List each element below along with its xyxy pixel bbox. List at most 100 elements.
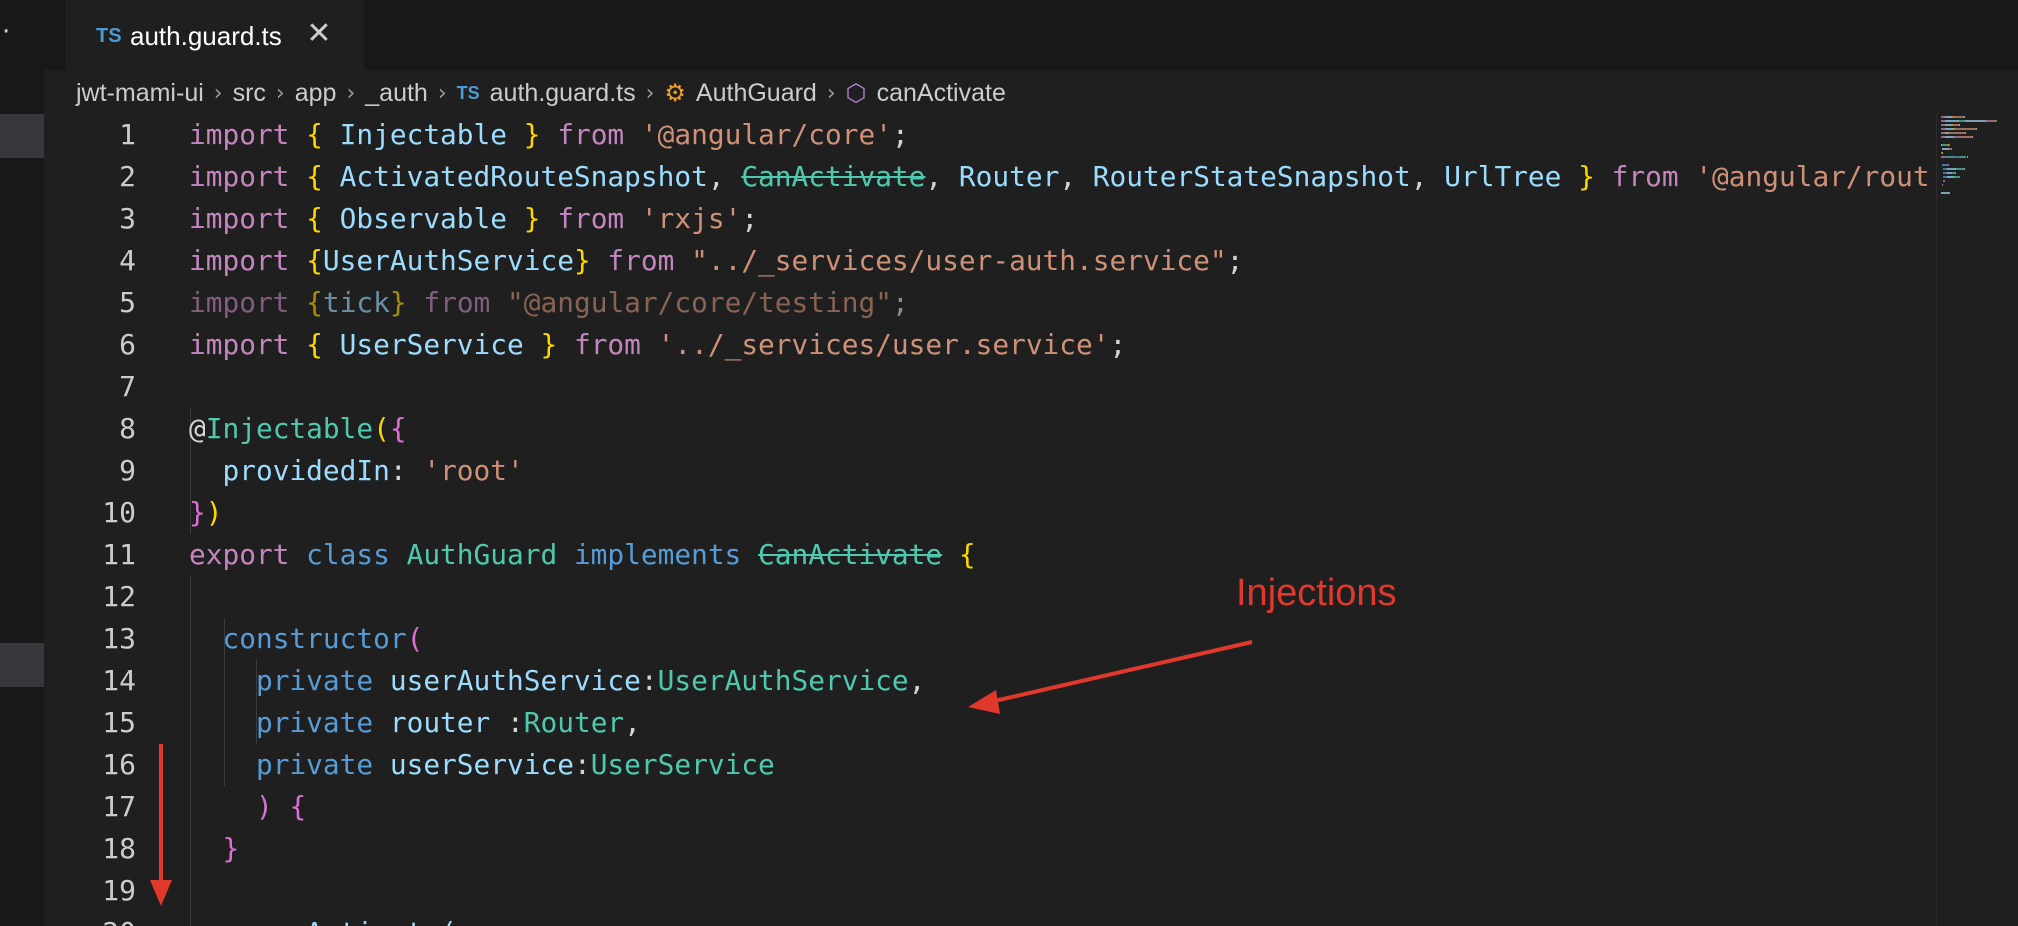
- code-token: }: [523, 202, 558, 235]
- code-token: from: [557, 202, 641, 235]
- code-token: UserAuthService: [657, 664, 909, 697]
- code-line[interactable]: 14 private userAuthService:UserAuthServi…: [44, 660, 1936, 702]
- code-token: {: [389, 412, 407, 445]
- minimap-mark: [1946, 128, 1954, 130]
- code-line[interactable]: 8 @Injectable({: [44, 408, 1936, 450]
- code-line[interactable]: 6 import { UserService } from '../_servic…: [44, 324, 1936, 366]
- code-token: {: [289, 790, 307, 823]
- line-number: 19: [102, 874, 136, 907]
- line-number: 7: [119, 370, 136, 403]
- code-line[interactable]: 3 import { Observable } from 'rxjs';: [44, 198, 1936, 240]
- close-icon[interactable]: ✕: [304, 19, 334, 49]
- code-line[interactable]: 7: [44, 366, 1936, 408]
- code-line[interactable]: 5 import {tick} from "@angular/core/testi…: [44, 282, 1936, 324]
- code-line[interactable]: 18 }: [44, 828, 1936, 870]
- code-editor[interactable]: 1 import { Injectable } from '@angular/co…: [44, 114, 1936, 926]
- code-line[interactable]: 17 ) {: [44, 786, 1936, 828]
- code-token: {: [306, 118, 340, 151]
- minimap-mark: [1964, 168, 1965, 170]
- code-token: {: [958, 538, 976, 571]
- chevron-right-icon: ›: [437, 80, 447, 106]
- code-token: ;: [1109, 328, 1127, 361]
- sidebar-highlight[interactable]: [0, 114, 44, 158]
- code-token: ,: [1410, 160, 1445, 193]
- method-symbol-icon: ⬡: [845, 79, 867, 107]
- code-line[interactable]: 20 canActivate(: [44, 912, 1936, 926]
- code-line[interactable]: 12: [44, 576, 1936, 618]
- minimap-mark: [1946, 136, 1953, 138]
- class-symbol-icon: ⚙: [664, 79, 686, 107]
- code-token: ,: [908, 664, 926, 697]
- code-token: private: [255, 748, 390, 781]
- code-token: }: [189, 496, 206, 529]
- code-token: tick: [322, 286, 390, 319]
- line-number: 20: [44, 912, 136, 926]
- more-dot-icon[interactable]: ·: [2, 19, 10, 45]
- code-line[interactable]: 1 import { Injectable } from '@angular/co…: [44, 114, 1936, 156]
- breadcrumb-folder[interactable]: src: [233, 79, 266, 108]
- code-line[interactable]: 2 import { ActivatedRouteSnapshot, CanAct…: [44, 156, 1936, 198]
- code-token: Injectable: [339, 118, 524, 151]
- code-token: import: [189, 160, 307, 193]
- code-line[interactable]: 13 constructor(: [44, 618, 1936, 660]
- code-token: {: [306, 202, 340, 235]
- minimap-mark: [1959, 124, 1960, 126]
- code-token: }: [573, 244, 608, 277]
- code-text: import { Injectable } from '@angular/cor…: [189, 114, 909, 156]
- code-token: import: [189, 202, 307, 235]
- code-token: ): [255, 790, 290, 823]
- code-line[interactable]: 10}): [44, 492, 1936, 534]
- code-token: "@angular/core/testing": [507, 286, 892, 319]
- minimap-mark: [1948, 164, 1949, 166]
- code-line[interactable]: 9 providedIn: 'root': [44, 450, 1936, 492]
- code-token: from: [573, 328, 658, 361]
- minimap[interactable]: [1936, 114, 2018, 926]
- code-token: Injectable: [205, 412, 374, 445]
- minimap-mark: [1942, 184, 1943, 186]
- code-line[interactable]: 15 private router :Router,: [44, 702, 1936, 744]
- code-token: private: [255, 706, 390, 739]
- code-token: (: [373, 412, 390, 445]
- breadcrumb-folder[interactable]: app: [295, 79, 337, 108]
- code-token: private: [255, 664, 390, 697]
- sidebar-highlight[interactable]: [0, 643, 44, 687]
- code-token: }: [389, 286, 424, 319]
- code-line[interactable]: 16 private userService:UserService: [44, 744, 1936, 786]
- code-token: ,: [707, 160, 742, 193]
- code-token: from: [423, 286, 508, 319]
- minimap-mark: [1976, 128, 1977, 130]
- tab-auth-guard[interactable]: TS auth.guard.ts ✕: [66, 0, 364, 71]
- code-text: import { UserService } from '../_service…: [189, 324, 1126, 366]
- minimap-mark: [1958, 128, 1976, 130]
- code-token: }: [222, 832, 240, 865]
- code-line[interactable]: 11 export class AuthGuard implements CanA…: [44, 534, 1936, 576]
- code-token: Observable: [339, 202, 524, 235]
- code-text: canActivate(: [189, 912, 457, 926]
- breadcrumb-folder[interactable]: jwt-mami-ui: [76, 79, 204, 108]
- breadcrumb-folder[interactable]: _auth: [365, 79, 428, 108]
- code-token: ;: [891, 118, 909, 151]
- minimap-mark: [1956, 168, 1964, 170]
- minimap-mark: [1957, 136, 1972, 138]
- code-token: ;: [741, 202, 759, 235]
- activity-sidebar: ·: [0, 0, 44, 926]
- code-token: from: [1611, 160, 1696, 193]
- code-text: @Injectable({: [189, 408, 407, 450]
- breadcrumb-method[interactable]: canActivate: [877, 79, 1006, 108]
- minimap-mark: [1947, 168, 1955, 170]
- code-line[interactable]: 4 import {UserAuthService} from "../_serv…: [44, 240, 1936, 282]
- line-number: 10: [102, 496, 136, 529]
- code-token: RouterStateSnapshot: [1092, 160, 1411, 193]
- code-token: class: [306, 538, 407, 571]
- breadcrumb-file[interactable]: auth.guard.ts: [490, 79, 636, 108]
- code-token: UserService: [339, 328, 541, 361]
- code-token: ,: [1059, 160, 1093, 193]
- tab-bar: TS auth.guard.ts ✕: [44, 0, 2018, 71]
- code-token: '@angular/core': [640, 118, 892, 151]
- line-number: 2: [119, 160, 136, 193]
- code-token: ;: [1226, 244, 1244, 277]
- breadcrumb-class[interactable]: AuthGuard: [696, 79, 817, 108]
- code-line[interactable]: 19: [44, 870, 1936, 912]
